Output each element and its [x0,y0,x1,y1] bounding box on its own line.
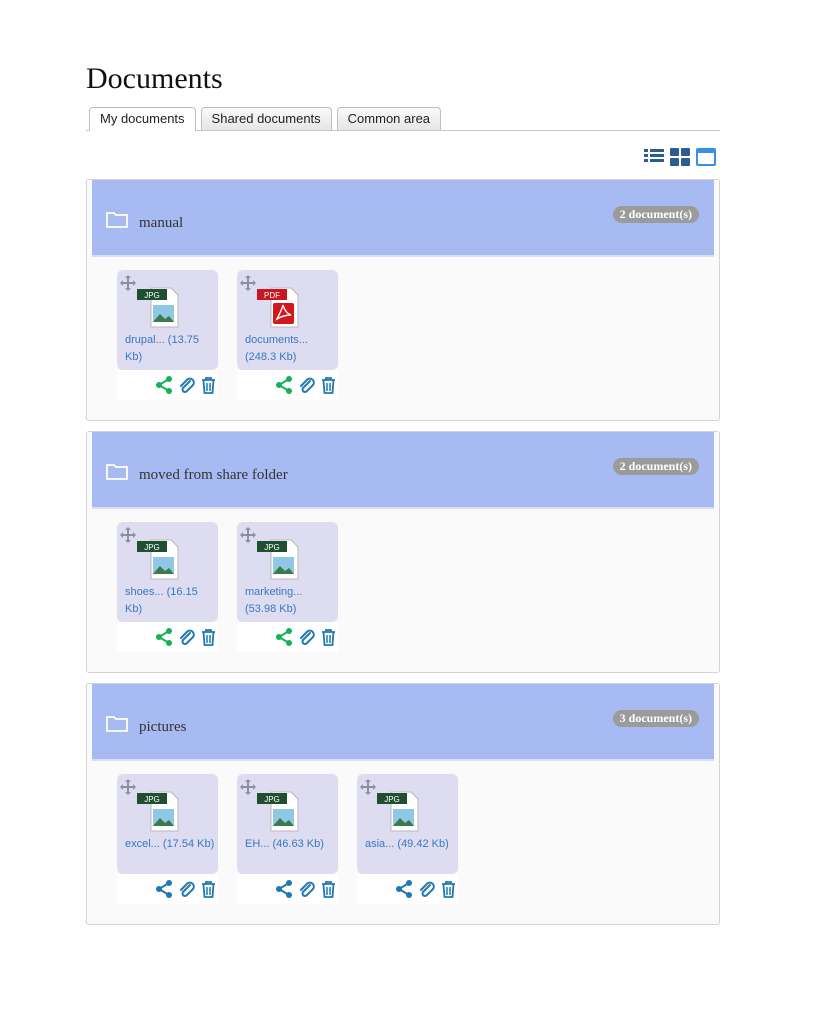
file-type-label: JPG [144,543,160,552]
folder-name: manual [139,215,184,231]
jpg-file-icon: JPG [137,287,179,328]
file-item: JPG shoes... (16.15 Kb) [117,522,218,652]
jpg-file-icon: JPG [137,539,179,580]
file-item: PDF documents... (248.3 Kb) [237,270,338,400]
paperclip-icon[interactable] [177,627,196,647]
window-view-icon[interactable] [695,146,717,167]
file-type-label: JPG [144,291,160,300]
file-type-label: JPG [144,795,160,804]
paperclip-icon[interactable] [177,879,196,899]
trash-icon[interactable] [319,879,338,899]
folder-icon [106,716,128,732]
document-count-badge: 3 document(s) [612,710,699,727]
trash-icon[interactable] [319,627,338,647]
tab-common-area[interactable]: Common area [336,107,442,130]
jpg-file-icon: JPG [137,791,179,832]
share-icon[interactable] [275,627,294,647]
folder-header[interactable]: pictures 3 document(s) [92,684,714,761]
file-type-label: JPG [264,543,280,552]
trash-icon[interactable] [199,375,218,395]
file-type-label: PDF [264,291,280,300]
file-link[interactable]: documents... (248.3 Kb) [245,332,335,366]
grid-view-icon[interactable] [669,146,691,167]
folder-panel-manual: manual 2 document(s) JPG drupal... (13.7… [86,179,720,421]
move-icon[interactable] [239,526,257,544]
share-icon[interactable] [155,879,174,899]
file-actions [155,375,218,395]
file-link[interactable]: shoes... (16.15 Kb) [125,584,215,618]
file-actions [275,879,338,899]
file-item: JPG excel... (17.54 Kb) [117,774,218,904]
folder-icon [106,212,128,228]
file-link[interactable]: asia... (49.42 Kb) [365,836,455,853]
file-type-label: JPG [264,795,280,804]
paperclip-icon[interactable] [297,627,316,647]
file-actions [395,879,458,899]
trash-icon[interactable] [199,879,218,899]
move-icon[interactable] [239,778,257,796]
tab-my-documents[interactable]: My documents [89,107,196,131]
file-item: JPG drupal... (13.75 Kb) [117,270,218,400]
file-item: JPG EH... (46.63 Kb) [237,774,338,904]
document-count-badge: 2 document(s) [612,458,699,475]
folder-icon [106,464,128,480]
folder-panel-pictures: pictures 3 document(s) JPG excel... (17.… [86,683,720,925]
file-item: JPG marketing... (53.98 Kb) [237,522,338,652]
move-icon[interactable] [239,274,257,292]
trash-icon[interactable] [439,879,458,899]
file-actions [155,879,218,899]
view-switcher [643,146,717,167]
page-title: Documents [86,62,223,95]
move-icon[interactable] [119,526,137,544]
folder-panel-moved-from-share-folder: moved from share folder 2 document(s) JP… [86,431,720,673]
jpg-file-icon: JPG [257,791,299,832]
file-type-label: JPG [384,795,400,804]
share-icon[interactable] [275,375,294,395]
folder-name: pictures [139,719,187,735]
share-icon[interactable] [155,375,174,395]
file-link[interactable]: EH... (46.63 Kb) [245,836,335,853]
trash-icon[interactable] [319,375,338,395]
folder-header[interactable]: moved from share folder 2 document(s) [92,432,714,509]
file-actions [275,627,338,647]
paperclip-icon[interactable] [297,375,316,395]
tab-shared-documents[interactable]: Shared documents [200,107,332,130]
move-icon[interactable] [119,778,137,796]
share-icon[interactable] [275,879,294,899]
file-actions [275,375,338,395]
file-item: JPG asia... (49.42 Kb) [357,774,458,904]
folder-name: moved from share folder [139,467,288,483]
list-view-icon[interactable] [643,146,665,167]
file-actions [155,627,218,647]
share-icon[interactable] [155,627,174,647]
paperclip-icon[interactable] [297,879,316,899]
pdf-file-icon: PDF [257,287,299,328]
file-link[interactable]: marketing... (53.98 Kb) [245,584,335,618]
share-icon[interactable] [395,879,414,899]
trash-icon[interactable] [199,627,218,647]
move-icon[interactable] [119,274,137,292]
file-link[interactable]: excel... (17.54 Kb) [125,836,215,853]
move-icon[interactable] [359,778,377,796]
file-link[interactable]: drupal... (13.75 Kb) [125,332,215,366]
paperclip-icon[interactable] [417,879,436,899]
jpg-file-icon: JPG [377,791,419,832]
document-count-badge: 2 document(s) [612,206,699,223]
folder-header[interactable]: manual 2 document(s) [92,180,714,257]
jpg-file-icon: JPG [257,539,299,580]
paperclip-icon[interactable] [177,375,196,395]
tab-bar: My documents Shared documents Common are… [86,107,720,131]
